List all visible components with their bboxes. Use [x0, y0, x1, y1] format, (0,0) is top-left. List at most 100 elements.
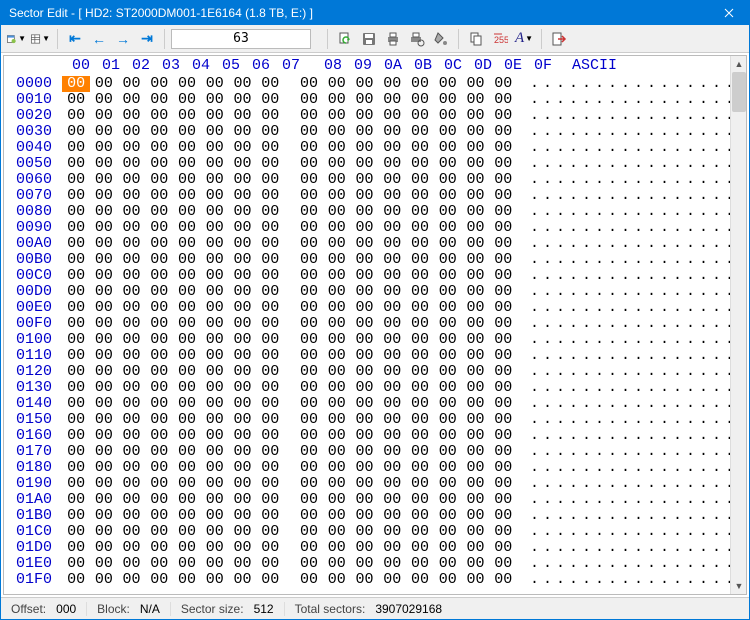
hex-byte[interactable]: 00: [434, 124, 462, 140]
hex-byte[interactable]: 00: [201, 252, 229, 268]
hex-byte[interactable]: 00: [434, 412, 462, 428]
hex-byte[interactable]: 00: [295, 172, 323, 188]
hex-byte[interactable]: 00: [489, 92, 517, 108]
hex-byte[interactable]: 00: [351, 332, 379, 348]
hex-byte[interactable]: 00: [489, 428, 517, 444]
scroll-up-button[interactable]: ▲: [731, 56, 747, 72]
hex-byte[interactable]: 00: [351, 364, 379, 380]
view-dropdown[interactable]: ▼: [29, 28, 51, 50]
hex-byte[interactable]: 00: [323, 332, 351, 348]
hex-byte[interactable]: 00: [323, 236, 351, 252]
hex-byte[interactable]: 00: [118, 172, 146, 188]
hex-byte[interactable]: 00: [378, 284, 406, 300]
hex-byte[interactable]: 00: [295, 556, 323, 572]
hex-byte[interactable]: 00: [62, 140, 90, 156]
hex-byte[interactable]: 00: [62, 348, 90, 364]
hex-byte[interactable]: 00: [229, 572, 257, 588]
hex-byte[interactable]: 00: [118, 252, 146, 268]
hex-byte[interactable]: 00: [434, 156, 462, 172]
hex-byte[interactable]: 00: [378, 188, 406, 204]
hex-byte[interactable]: 00: [489, 396, 517, 412]
hex-byte[interactable]: 00: [118, 284, 146, 300]
hex-byte[interactable]: 00: [256, 540, 284, 556]
hex-byte[interactable]: 00: [434, 172, 462, 188]
hex-byte[interactable]: 00: [173, 460, 201, 476]
save-button[interactable]: [358, 28, 380, 50]
font-dropdown[interactable]: A▼: [513, 28, 535, 50]
hex-byte[interactable]: 00: [173, 556, 201, 572]
hex-byte[interactable]: 00: [173, 140, 201, 156]
close-button[interactable]: [709, 1, 749, 25]
hex-byte[interactable]: 00: [351, 572, 379, 588]
hex-byte[interactable]: 00: [90, 188, 118, 204]
hex-byte[interactable]: 00: [462, 492, 490, 508]
hex-byte[interactable]: 00: [462, 220, 490, 236]
hex-byte[interactable]: 00: [256, 284, 284, 300]
hex-byte[interactable]: 00: [489, 124, 517, 140]
hex-byte[interactable]: 00: [90, 172, 118, 188]
hex-byte[interactable]: 00: [323, 156, 351, 172]
hex-byte[interactable]: 00: [118, 332, 146, 348]
hex-byte[interactable]: 00: [378, 364, 406, 380]
hex-byte[interactable]: 00: [323, 572, 351, 588]
ascii-cell[interactable]: ................: [530, 92, 738, 108]
hex-byte[interactable]: 00: [462, 76, 490, 92]
hex-byte[interactable]: 00: [462, 316, 490, 332]
hex-byte[interactable]: 00: [462, 460, 490, 476]
hex-byte[interactable]: 00: [201, 412, 229, 428]
hex-byte[interactable]: 00: [378, 572, 406, 588]
hex-byte[interactable]: 00: [489, 572, 517, 588]
hex-byte[interactable]: 00: [351, 188, 379, 204]
hex-byte[interactable]: 00: [406, 364, 434, 380]
hex-byte[interactable]: 00: [489, 492, 517, 508]
hex-byte[interactable]: 00: [173, 108, 201, 124]
hex-byte[interactable]: 00: [90, 476, 118, 492]
hex-byte[interactable]: 00: [229, 380, 257, 396]
hex-byte[interactable]: 00: [201, 348, 229, 364]
hex-byte[interactable]: 00: [351, 76, 379, 92]
hex-editor[interactable]: 000102030405060708090A0B0C0D0E0FASCII000…: [4, 56, 746, 594]
hex-byte[interactable]: 00: [256, 476, 284, 492]
hex-byte[interactable]: 00: [351, 460, 379, 476]
hex-byte[interactable]: 00: [145, 284, 173, 300]
hex-byte[interactable]: 00: [462, 364, 490, 380]
hex-byte[interactable]: 00: [118, 428, 146, 444]
hex-byte[interactable]: 00: [201, 556, 229, 572]
hex-byte[interactable]: 00: [118, 316, 146, 332]
hex-byte[interactable]: 00: [256, 108, 284, 124]
hex-byte[interactable]: 00: [406, 252, 434, 268]
hex-byte[interactable]: 00: [62, 108, 90, 124]
hex-byte[interactable]: 00: [256, 124, 284, 140]
hex-byte[interactable]: 00: [462, 444, 490, 460]
hex-byte[interactable]: 00: [256, 204, 284, 220]
hex-byte[interactable]: 00: [62, 284, 90, 300]
hex-byte[interactable]: 00: [462, 236, 490, 252]
hex-byte[interactable]: 00: [489, 556, 517, 572]
hex-byte[interactable]: 00: [489, 380, 517, 396]
hex-byte[interactable]: 00: [173, 284, 201, 300]
hex-byte[interactable]: 00: [489, 460, 517, 476]
hex-byte[interactable]: 00: [406, 284, 434, 300]
hex-byte[interactable]: 00: [62, 428, 90, 444]
hex-byte[interactable]: 00: [323, 492, 351, 508]
hex-byte[interactable]: 00: [378, 108, 406, 124]
hex-byte[interactable]: 00: [378, 396, 406, 412]
hex-byte[interactable]: 00: [351, 300, 379, 316]
hex-byte[interactable]: 00: [173, 76, 201, 92]
hex-byte[interactable]: 00: [295, 476, 323, 492]
hex-byte[interactable]: 00: [489, 524, 517, 540]
hex-byte[interactable]: 00: [62, 540, 90, 556]
hex-byte[interactable]: 00: [201, 460, 229, 476]
hex-byte[interactable]: 00: [323, 252, 351, 268]
hex-byte[interactable]: 00: [201, 428, 229, 444]
hex-byte[interactable]: 00: [256, 364, 284, 380]
hex-byte[interactable]: 00: [118, 188, 146, 204]
hex-byte[interactable]: 00: [406, 556, 434, 572]
hex-byte[interactable]: 00: [201, 220, 229, 236]
hex-byte[interactable]: 00: [173, 316, 201, 332]
ascii-cell[interactable]: ................: [530, 556, 738, 572]
hex-byte[interactable]: 00: [351, 316, 379, 332]
ascii-cell[interactable]: ................: [530, 348, 738, 364]
hex-byte[interactable]: 00: [229, 524, 257, 540]
nav-last-button[interactable]: ⇥: [136, 28, 158, 50]
